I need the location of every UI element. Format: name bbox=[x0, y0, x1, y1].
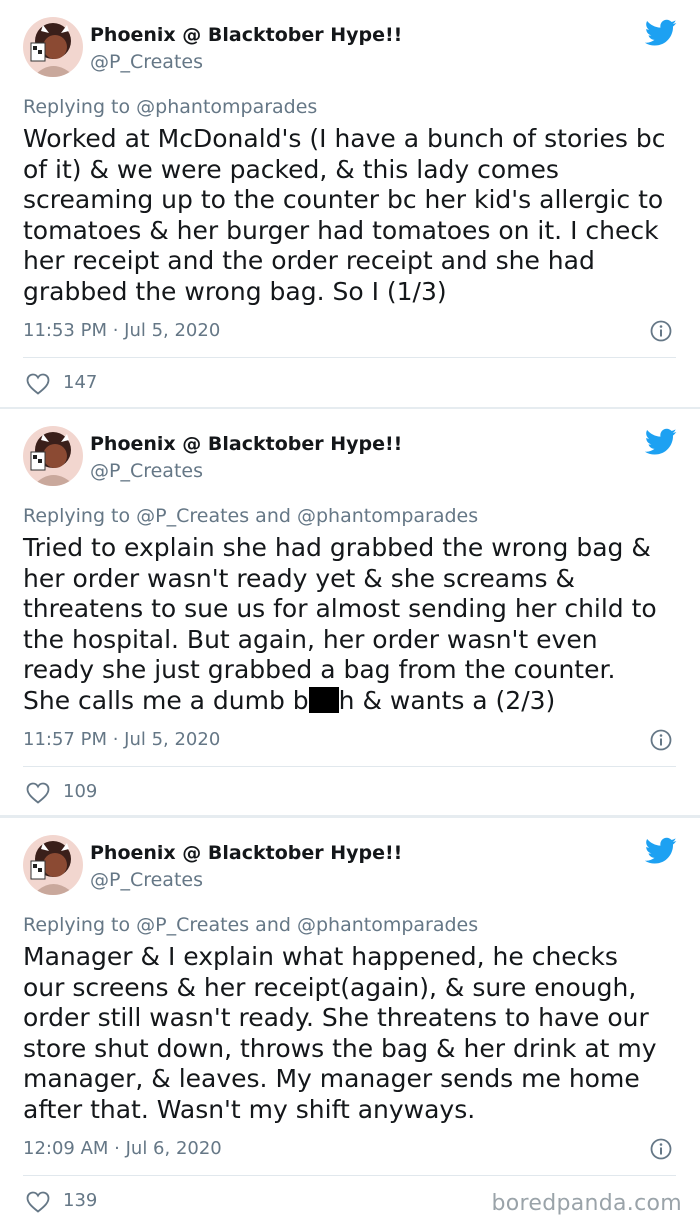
watermark: boredpanda.com bbox=[491, 1191, 682, 1216]
tweet-card[interactable]: Phoenix @ Blacktober Hype!! @P_Creates R… bbox=[0, 0, 700, 407]
like-count: 109 bbox=[63, 781, 98, 802]
display-name[interactable]: Phoenix @ Blacktober Hype!! bbox=[90, 842, 402, 864]
reply-prefix: Replying to bbox=[23, 505, 137, 527]
twitter-bird-icon[interactable] bbox=[645, 19, 677, 47]
divider bbox=[23, 1175, 676, 1176]
tweet-text-part-2: h & wants a (2/3) bbox=[338, 685, 556, 715]
twitter-bird-icon[interactable] bbox=[645, 837, 677, 865]
replying-to: Replying to @P_Creates and @phantomparad… bbox=[23, 914, 478, 936]
user-handle[interactable]: @P_Creates bbox=[90, 51, 203, 73]
timestamp[interactable]: 11:53 PM · Jul 5, 2020 bbox=[23, 320, 220, 341]
tweet-card[interactable]: Phoenix @ Blacktober Hype!! @P_Creates R… bbox=[0, 409, 700, 815]
divider bbox=[23, 766, 676, 767]
like-count: 139 bbox=[63, 1190, 98, 1211]
user-handle[interactable]: @P_Creates bbox=[90, 869, 203, 891]
avatar[interactable] bbox=[23, 426, 83, 486]
avatar[interactable] bbox=[23, 835, 83, 895]
redaction-box bbox=[308, 686, 339, 713]
replying-to: Replying to @P_Creates and @phantomparad… bbox=[23, 505, 478, 527]
heart-icon[interactable] bbox=[26, 782, 50, 804]
reply-mentions[interactable]: @phantomparades bbox=[136, 96, 317, 118]
reply-prefix: Replying to bbox=[23, 96, 137, 118]
divider bbox=[23, 357, 676, 358]
heart-icon[interactable] bbox=[26, 1191, 50, 1213]
display-name[interactable]: Phoenix @ Blacktober Hype!! bbox=[90, 433, 402, 455]
replying-to: Replying to @phantomparades bbox=[23, 96, 317, 118]
timestamp[interactable]: 11:57 PM · Jul 5, 2020 bbox=[23, 729, 220, 750]
reply-mentions[interactable]: @P_Creates and @phantomparades bbox=[136, 505, 478, 527]
twitter-bird-icon[interactable] bbox=[645, 428, 677, 456]
display-name[interactable]: Phoenix @ Blacktober Hype!! bbox=[90, 24, 402, 46]
tweet-text: Manager & I explain what happened, he ch… bbox=[23, 942, 657, 1124]
timestamp[interactable]: 12:09 AM · Jul 6, 2020 bbox=[23, 1138, 222, 1159]
user-handle[interactable]: @P_Creates bbox=[90, 460, 203, 482]
like-count: 147 bbox=[63, 372, 98, 393]
tweet-card[interactable]: Phoenix @ Blacktober Hype!! @P_Creates R… bbox=[0, 818, 700, 1226]
info-icon[interactable] bbox=[650, 320, 672, 342]
info-icon[interactable] bbox=[650, 1138, 672, 1160]
reply-prefix: Replying to bbox=[23, 914, 137, 936]
tweet-text: Worked at McDonald's (I have a bunch of … bbox=[23, 124, 666, 306]
heart-icon[interactable] bbox=[26, 373, 50, 395]
tweet-text: Tried to explain she had grabbed the wro… bbox=[23, 533, 683, 716]
avatar[interactable] bbox=[23, 17, 83, 77]
reply-mentions[interactable]: @P_Creates and @phantomparades bbox=[136, 914, 478, 936]
info-icon[interactable] bbox=[650, 729, 672, 751]
